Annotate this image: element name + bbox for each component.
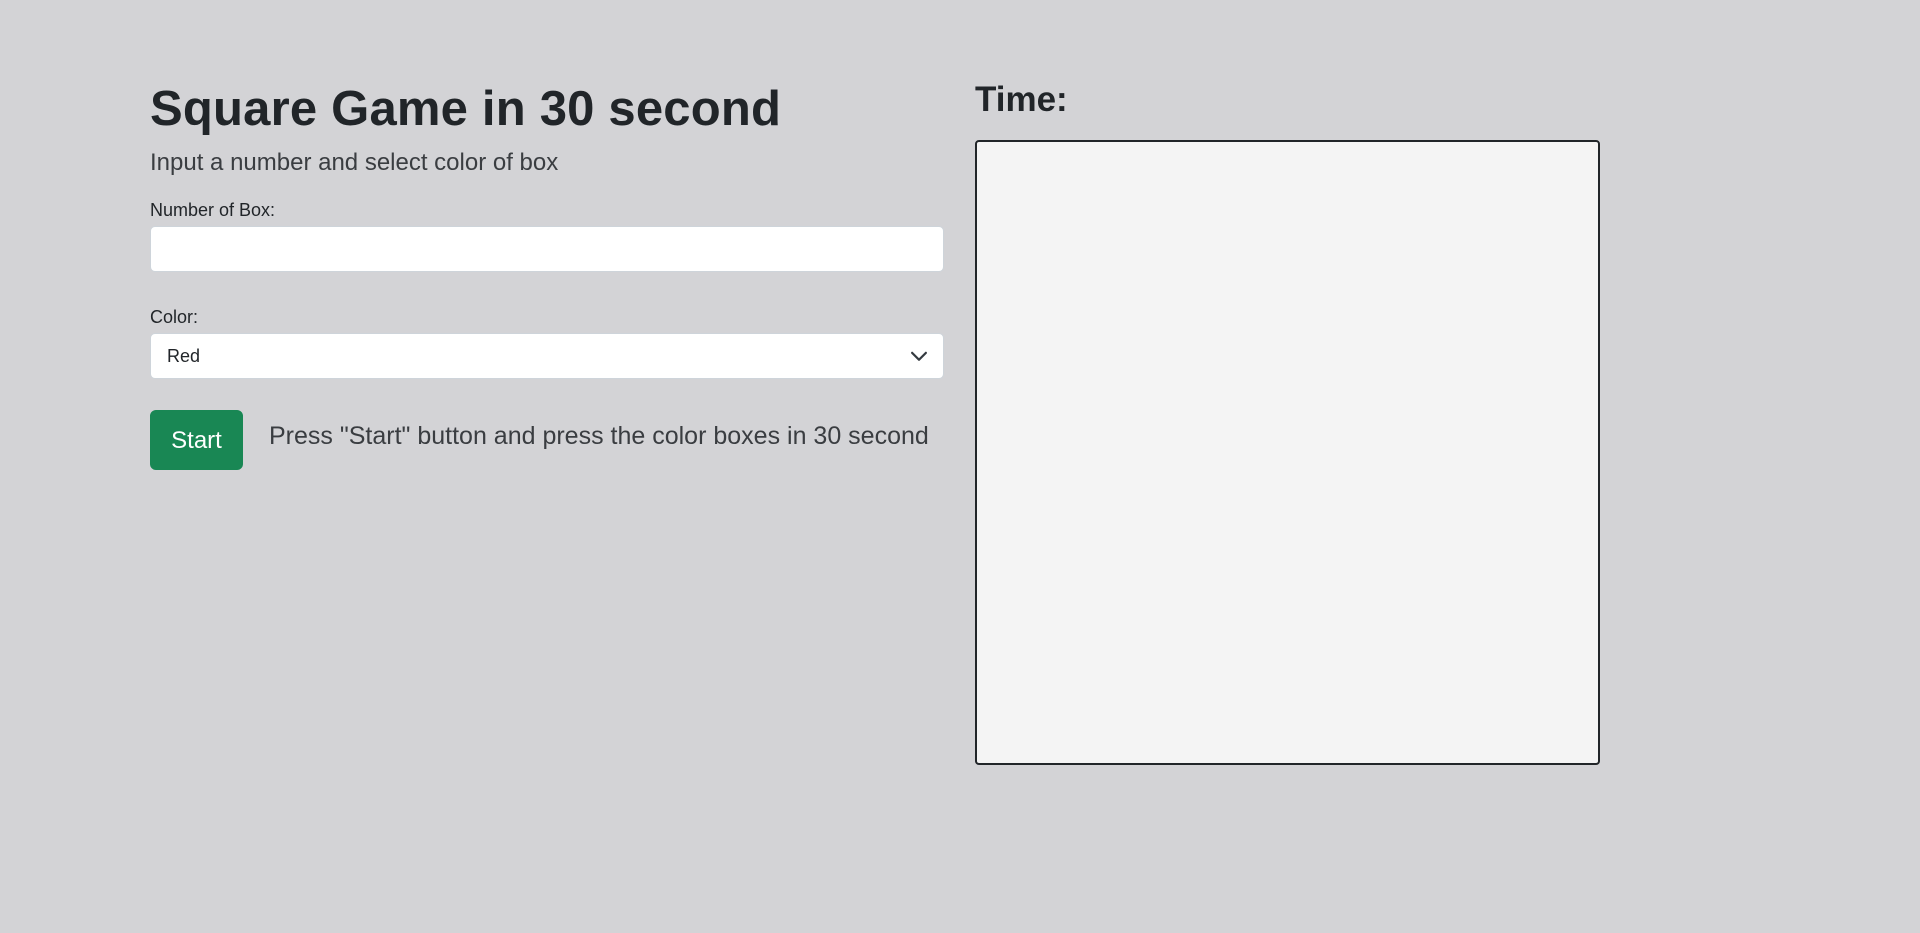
page-subtitle: Input a number and select color of box	[150, 149, 559, 176]
number-of-box-input[interactable]	[150, 226, 944, 272]
game-board[interactable]	[975, 140, 1600, 765]
timer-panel: Time:	[975, 80, 1074, 120]
chevron-down-icon	[911, 351, 927, 361]
color-select-value: Red	[167, 346, 201, 366]
color-label: Color:	[150, 307, 199, 327]
game-setup-panel: Square Game in 30 second Input a number …	[150, 78, 944, 470]
start-button[interactable]: Start	[150, 410, 243, 470]
color-select[interactable]: Red	[150, 333, 944, 379]
time-display: Time:	[975, 80, 1074, 120]
action-row: Start Press "Start" button and press the…	[150, 410, 944, 470]
time-label: Time:	[975, 80, 1068, 119]
page-title: Square Game in 30 second	[150, 82, 782, 136]
number-of-box-label: Number of Box:	[150, 200, 276, 220]
instruction-text: Press "Start" button and press the color…	[269, 421, 929, 450]
